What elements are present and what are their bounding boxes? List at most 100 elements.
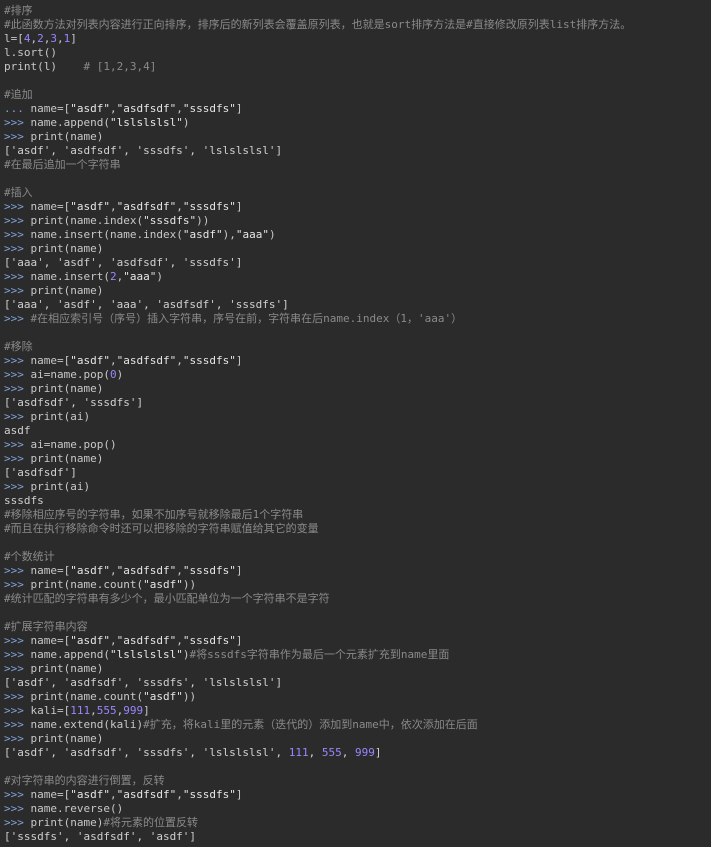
code-text: name=[ [30, 354, 71, 367]
comment-text: #插入 [4, 186, 33, 199]
code-line: #在最后追加一个字符串 [4, 158, 711, 172]
number-literal: 111 [70, 704, 91, 717]
code-line: ['asdf', 'asdfsdf', 'sssdfs', 'lslslslsl… [4, 676, 711, 690]
prompt-marker: >>> [4, 718, 31, 731]
code-line: ['asdf', 'asdfsdf', 'sssdfs', 'lslslslsl… [4, 746, 711, 760]
prompt-marker: >>> [4, 438, 31, 451]
code-line: >>> name=["asdf","asdfsdf","sssdfs"] [4, 634, 711, 648]
string-literal: "asdf" [182, 228, 223, 241]
prompt-marker: >>> [4, 802, 31, 815]
comment-text: #移除 [4, 340, 33, 353]
prompt-marker: >>> [4, 648, 31, 661]
code-text: ] [235, 200, 243, 213]
code-text: , [57, 32, 64, 45]
code-text: l.sort() [4, 46, 57, 59]
comment-text: #在相应索引号（序号）插入字符串，序号在前，字符串在后name.index（1，… [30, 312, 463, 325]
code-text: print(name) [30, 382, 104, 395]
code-text: name.reverse() [30, 802, 124, 815]
code-line: >>> ai=name.pop(0) [4, 368, 711, 382]
prompt-marker: ... [4, 102, 31, 115]
code-text: ) [156, 270, 163, 283]
code-line: ['aaa', 'asdf', 'aaa', 'asdfsdf', 'sssdf… [4, 298, 711, 312]
string-literal: "aaa" [235, 228, 269, 241]
code-line: #移除相应序号的字符串，如果不加序号就移除最后1个字符串 [4, 508, 711, 522]
comment-text: #将元素的位置反转 [103, 816, 198, 829]
code-text: name=[ [30, 102, 71, 115]
code-text: kali=[ [30, 704, 71, 717]
prompt-marker: >>> [4, 116, 31, 129]
code-text: , [110, 102, 117, 115]
code-text: l=[ [4, 32, 24, 45]
code-text: print(name) [30, 816, 104, 829]
code-text: print(name.count( [30, 578, 144, 591]
code-text: , [176, 634, 183, 647]
string-literal: "asdfsdf" [116, 354, 177, 367]
prompt-marker: >>> [4, 270, 31, 283]
code-line: ['sssdfs', 'asdfsdf', 'asdf'] [4, 830, 711, 844]
output-text: , [308, 746, 322, 759]
number-literal: 555 [321, 746, 342, 759]
code-line: ['asdfsdf'] [4, 466, 711, 480]
code-line: >>> name.extend(kali)#扩充，将kali里的元素（迭代的）添… [4, 718, 711, 732]
code-line: sssdfs [4, 494, 711, 508]
code-text: print(name) [30, 662, 104, 675]
prompt-marker: >>> [4, 662, 31, 675]
code-text: , [110, 634, 117, 647]
code-text: ] [70, 32, 77, 45]
code-text: ) [116, 368, 124, 381]
prompt-marker: >>> [4, 816, 31, 829]
code-line: #此函数方法对列表内容进行正向排序，排序后的新列表会覆盖原列表，也就是sort排… [4, 18, 711, 32]
code-line: >>> name.append("lslslslsl")#将sssdfs字符串作… [4, 648, 711, 662]
output-text: , [341, 746, 356, 759]
code-text: , [110, 564, 117, 577]
comment-text: #而且在执行移除命令时还可以把移除的字符串赋值给其它的变量 [4, 522, 319, 535]
code-text: name=[ [30, 634, 71, 647]
code-line: >>> name=["asdf","asdfsdf","sssdfs"] [4, 788, 711, 802]
prompt-marker: >>> [4, 284, 31, 297]
code-line: >>> print(name) [4, 382, 711, 396]
code-line: >>> print(name.index("sssdfs")) [4, 214, 711, 228]
string-literal: "asdf" [70, 564, 110, 577]
code-text: print(name) [30, 242, 104, 255]
code-text: print(name) [30, 732, 104, 745]
output-text: ['aaa', 'asdf', 'asdfsdf', 'sssdfs'] [4, 256, 243, 269]
code-text: ), [222, 228, 236, 241]
number-literal: 999 [355, 746, 375, 759]
prompt-marker: >>> [4, 214, 31, 227]
code-line: #排序 [4, 4, 711, 18]
output-text: ['aaa', 'asdf', 'aaa', 'asdfsdf', 'sssdf… [4, 298, 289, 311]
code-text: ] [143, 704, 150, 717]
number-literal: 2 [37, 32, 44, 45]
code-line: #扩展字符串内容 [4, 620, 711, 634]
code-text: , [176, 102, 183, 115]
code-editor[interactable]: #排序 #此函数方法对列表内容进行正向排序，排序后的新列表会覆盖原列表，也就是so… [0, 0, 711, 847]
prompt-marker: >>> [4, 704, 31, 717]
code-text: ] [235, 788, 243, 801]
code-line: ['aaa', 'asdf', 'asdfsdf', 'sssdfs'] [4, 256, 711, 270]
code-line: >>> print(name.count("asdf")) [4, 690, 711, 704]
output-text: ['asdfsdf'] [4, 466, 77, 479]
code-text: , [176, 788, 183, 801]
string-literal: "lslslslsl" [109, 648, 183, 661]
output-text: ['sssdfs', 'asdfsdf', 'asdf'] [4, 830, 197, 843]
prompt-marker: >>> [4, 130, 31, 143]
code-text: print(name) [30, 284, 104, 297]
code-text: )) [182, 578, 197, 591]
number-literal: 3 [50, 32, 57, 45]
prompt-marker: >>> [4, 578, 31, 591]
output-text: ['asdf', 'asdfsdf', 'sssdfs', 'lslslslsl… [4, 746, 289, 759]
code-text: name.insert(name.index( [30, 228, 183, 241]
comment-text: #统计匹配的字符串有多少个，最小匹配单位为一个字符串不是字符 [4, 592, 330, 605]
code-line: >>> print(ai) [4, 480, 711, 494]
number-literal: 111 [288, 746, 309, 759]
code-line: #统计匹配的字符串有多少个，最小匹配单位为一个字符串不是字符 [4, 592, 711, 606]
code-line: >>> name=["asdf","asdfsdf","sssdfs"] [4, 354, 711, 368]
number-literal: 4 [23, 32, 31, 45]
code-line: >>> name.reverse() [4, 802, 711, 816]
code-text: print(name) [30, 452, 104, 465]
code-line: print(l) # [1,2,3,4] [4, 60, 711, 74]
code-line: l=[4,2,3,1] [4, 32, 711, 46]
comment-text: #将sssdfs字符串作为最后一个元素扩充到name里面 [189, 648, 450, 661]
code-text: ] [235, 102, 243, 115]
